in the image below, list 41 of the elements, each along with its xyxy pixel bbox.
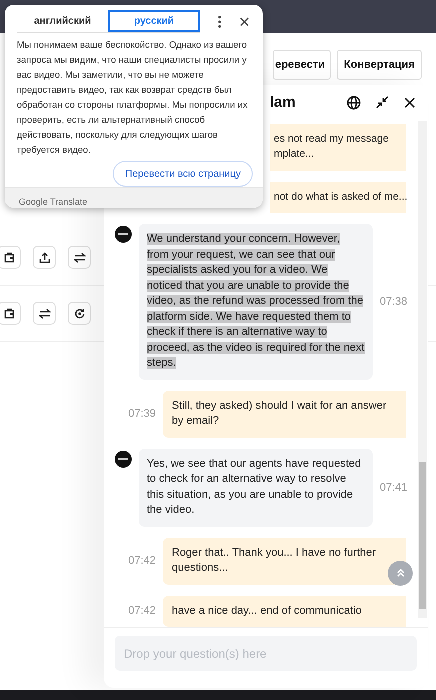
google-translate-label: Google Translate: [19, 196, 88, 206]
message-time: 07:41: [380, 482, 408, 494]
upload-icon: [38, 252, 50, 264]
swap-icon: [74, 252, 86, 264]
agent-message: We understand your concern. However, from your request, we can see that our specialists asked you for a video. We noticed that you are unable to provide the video, as the refund was processed from the platform side. We have requested them to check if there is an alternative way to proceed, as the video is required for the next steps.: [139, 224, 373, 380]
message-time: 07:42: [128, 555, 156, 567]
user-message: Roger that.. Thank you... I have no further questions...: [163, 538, 406, 584]
user-message: es not read my message mplate...: [270, 124, 406, 170]
message-time: 07:38: [380, 296, 408, 308]
scrollbar[interactable]: [418, 120, 427, 618]
wallet-icon: [4, 308, 16, 320]
more-icon[interactable]: [218, 14, 222, 28]
user-message: Still, they asked) should I wait for an answer by email?: [163, 390, 406, 438]
action-button[interactable]: еревести: [273, 50, 332, 80]
double-chevron-icon: [396, 568, 406, 578]
minimize-icon[interactable]: [376, 96, 389, 110]
message-time: 07:42: [128, 605, 156, 618]
action-button[interactable]: Конвертация: [337, 50, 422, 80]
message-time: 07:39: [128, 408, 156, 420]
icon-button[interactable]: [33, 302, 56, 325]
icon-button[interactable]: [68, 302, 91, 325]
translate-page-button[interactable]: Перевести всю страницу: [113, 161, 253, 187]
icon-button[interactable]: [0, 246, 21, 269]
globe-icon[interactable]: [347, 96, 361, 110]
user-message: not do what is asked of me...: [270, 182, 406, 213]
icon-button[interactable]: [68, 246, 91, 269]
swap-icon: [38, 308, 50, 320]
icon-button[interactable]: [0, 302, 21, 325]
question-input[interactable]: Drop your question(s) here: [115, 636, 417, 671]
chat-title: lam: [270, 94, 297, 112]
refresh-icon: [74, 308, 86, 320]
user-message: have a nice day... end of communicatio: [163, 596, 406, 627]
wallet-icon: [4, 252, 16, 264]
avatar-icon: [115, 450, 132, 468]
avatar-icon: [115, 226, 132, 243]
close-icon[interactable]: [240, 16, 249, 26]
agent-message: Yes, we see that our agents have requested to check for an alternative way to resolve this situation, as you are unable to provide the video.: [139, 448, 373, 526]
icon-button[interactable]: [33, 246, 56, 269]
close-icon[interactable]: [404, 96, 416, 109]
translated-text: Мы понимаем ваше беспокойство. Однако из вашего запроса мы видим, что наши специалисты просили у вас видео. Мы заметили, что вы не можете предоставить видео, так как возврат средств был обработан со стороны платформы. Мы попросили их проверить, есть ли альтернативный способ действовать, поскольку для следующих шагов требуется видео.: [17, 39, 249, 157]
language-tab[interactable]: русский: [108, 10, 200, 32]
